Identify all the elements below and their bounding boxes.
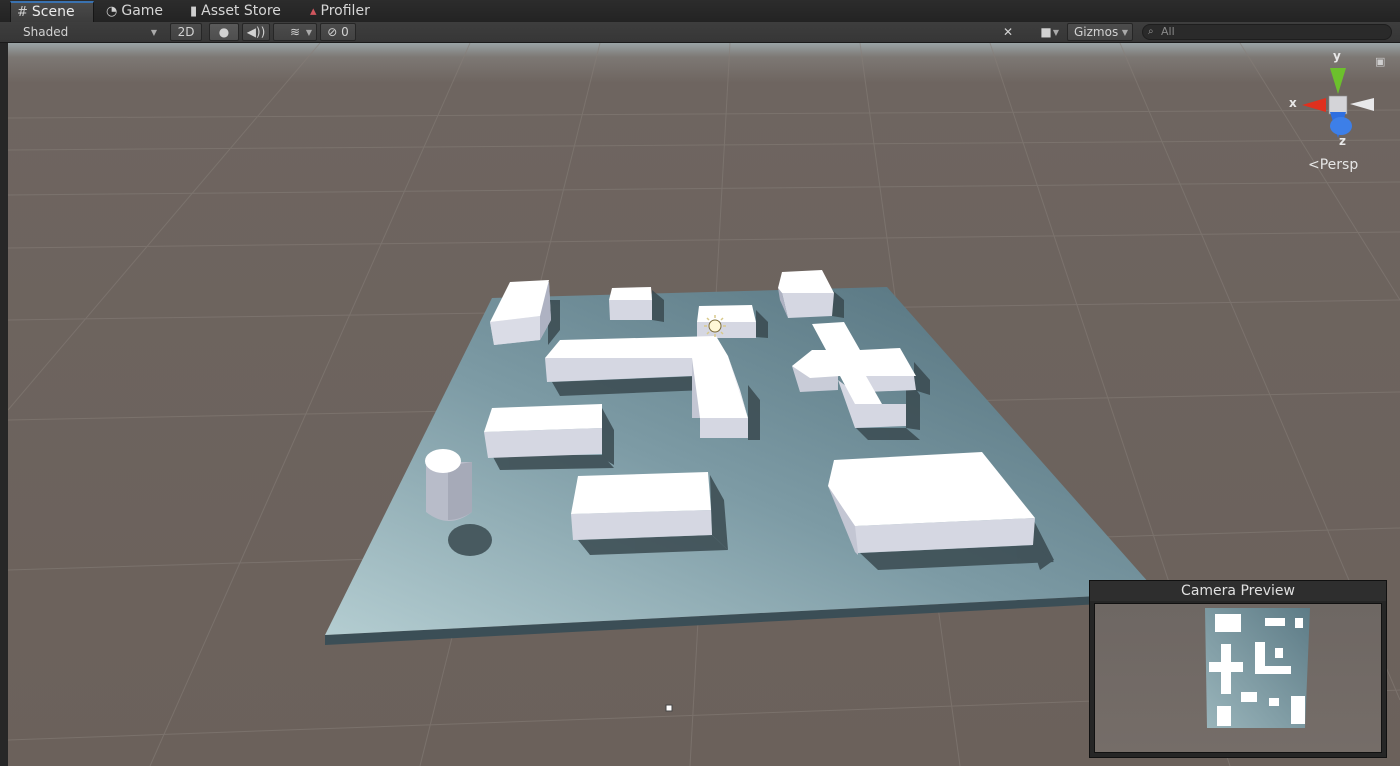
orientation-gizmo[interactable] xyxy=(1302,68,1374,138)
camera-preview-panel: Camera Preview xyxy=(1089,580,1387,758)
cube-object[interactable] xyxy=(571,472,712,540)
projection-toggle[interactable]: <Persp xyxy=(1308,157,1358,173)
cube-object[interactable] xyxy=(490,280,551,345)
pivot-marker[interactable] xyxy=(665,704,673,712)
unity-scene-window: # Scene ◔ Game ▮ Asset Store ▴ Profiler Shad… xyxy=(0,0,1400,766)
gizmo-y-label[interactable]: y xyxy=(1333,49,1341,63)
gizmo-z-label[interactable]: z xyxy=(1339,134,1346,148)
cube-object[interactable] xyxy=(609,287,652,320)
cube-object[interactable] xyxy=(697,305,756,338)
cube-object[interactable] xyxy=(484,404,602,458)
lock-icon[interactable]: ▣ xyxy=(1375,55,1385,68)
camera-preview-title: Camera Preview xyxy=(1090,581,1386,601)
cube-object[interactable] xyxy=(778,270,834,318)
camera-preview-image xyxy=(1094,603,1382,753)
perspective-icon: < xyxy=(1308,157,1320,173)
gizmo-x-label[interactable]: x xyxy=(1289,96,1297,110)
camera-preview-render xyxy=(1205,608,1310,728)
